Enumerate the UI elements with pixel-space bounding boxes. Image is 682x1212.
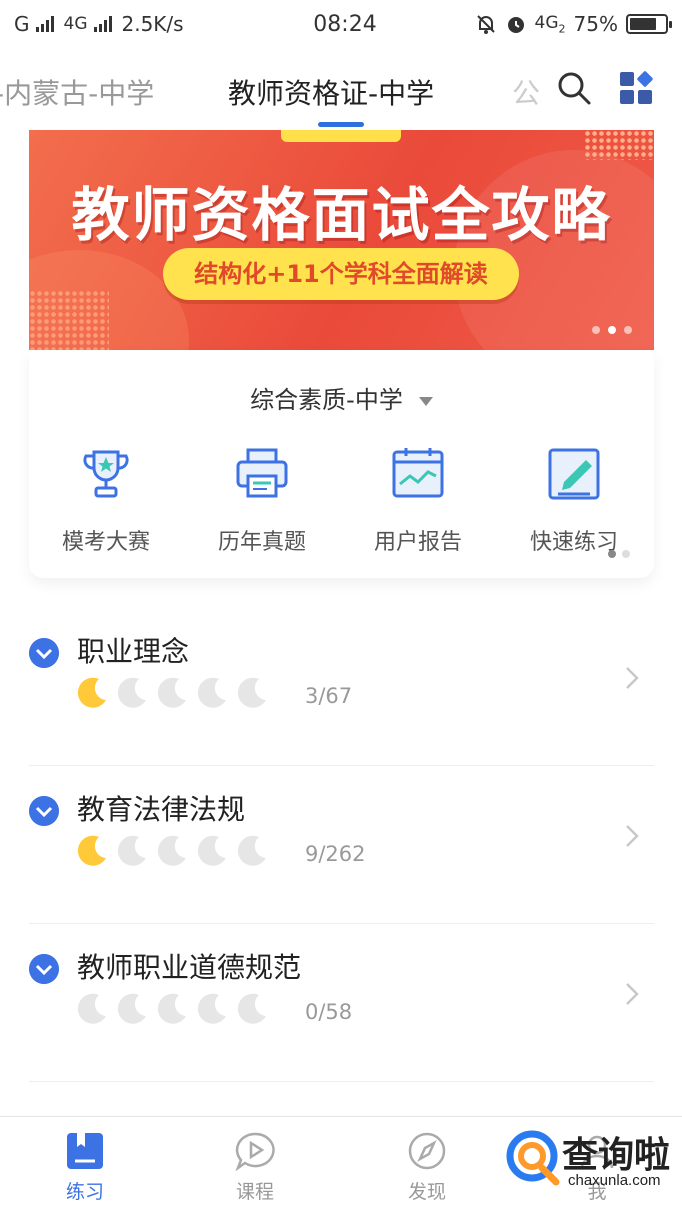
tool-label: 模考大赛 (61, 530, 150, 555)
subject-selector[interactable]: 综合素质-中学 (29, 380, 654, 415)
nav-label: 练习 (65, 1181, 104, 1203)
banner-subtitle: 结构化+11个学科全面解读 (163, 248, 519, 300)
edit-icon (548, 448, 600, 500)
moon-empty-icon (117, 835, 146, 866)
mastery-moons (75, 676, 269, 710)
play-chat-icon (235, 1132, 275, 1171)
tool-label: 用户报告 (373, 530, 462, 555)
check-circle-icon (29, 638, 59, 668)
top-nav: -内蒙古-中学 教师资格证-中学 公 (0, 56, 682, 130)
status-left: G 4G 2.5K/s (14, 12, 254, 36)
tool-label: 历年真题 (217, 530, 306, 555)
moon-empty-icon (77, 993, 106, 1024)
chapter-row[interactable]: 教师职业道德规范 0/58 (29, 924, 654, 1082)
clock: 08:24 (313, 11, 377, 37)
category-grid-icon[interactable] (620, 70, 654, 106)
moon-empty-icon (197, 835, 226, 866)
moon-empty-icon (237, 677, 266, 708)
tool-past-papers[interactable]: 历年真题 (187, 446, 337, 556)
chapter-row[interactable]: 教育法律法规 9/262 (29, 766, 654, 924)
moon-empty-icon (157, 677, 186, 708)
watermark: 查询啦 chaxunla.com (506, 1126, 682, 1200)
carrier2: 4G (63, 14, 88, 34)
chapter-title: 教育法律法规 (77, 793, 246, 826)
watermark-text: 查询啦 (562, 1135, 671, 1176)
network-speed: 2.5K/s (121, 12, 184, 36)
watermark-logo-icon (506, 1130, 560, 1186)
check-circle-icon (29, 796, 59, 826)
moon-empty-icon (157, 993, 186, 1024)
moon-empty-icon (117, 993, 146, 1024)
chapter-progress: 3/67 (305, 684, 353, 708)
moon-empty-icon (237, 835, 266, 866)
battery-icon (626, 14, 672, 34)
tab-active[interactable]: 教师资格证-中学 (228, 72, 434, 112)
check-circle-icon (29, 954, 59, 984)
banner-pager (592, 326, 632, 334)
mastery-moons (75, 834, 269, 868)
promo-banner[interactable]: 教师资格面试全攻略 结构化+11个学科全面解读 (29, 130, 654, 350)
tab-next[interactable]: 公 (512, 72, 540, 112)
practice-card: 综合素质-中学 模考大赛 历年真题 用户报告 快速练习 (29, 350, 654, 578)
moon-empty-icon (197, 993, 226, 1024)
book-icon (67, 1133, 103, 1169)
status-right: 4G2 75% (428, 12, 672, 36)
moon-filled-icon (77, 835, 106, 866)
chapter-progress: 9/262 (305, 842, 366, 866)
chart-icon (392, 448, 444, 498)
battery-percent: 75% (573, 12, 618, 36)
tab-indicator (318, 122, 364, 127)
watermark-url: chaxunla.com (568, 1172, 661, 1189)
nav-practice[interactable]: 练习 (30, 1131, 140, 1204)
nav-course[interactable]: 课程 (200, 1131, 310, 1204)
moon-empty-icon (197, 677, 226, 708)
chapter-title: 职业理念 (77, 635, 190, 668)
printer-icon (236, 448, 288, 498)
network-type: 4G2 (534, 12, 566, 36)
moon-empty-icon (157, 835, 186, 866)
compass-icon (408, 1132, 446, 1170)
tool-quick-practice[interactable]: 快速练习 (499, 446, 649, 556)
trophy-icon (83, 450, 129, 498)
dropdown-icon (418, 396, 433, 406)
chevron-right-icon (626, 667, 639, 689)
chapter-title: 教师职业道德规范 (77, 951, 302, 984)
nav-discover[interactable]: 发现 (372, 1131, 482, 1204)
alarm-icon (507, 17, 524, 33)
signal-icon (35, 16, 54, 32)
mute-bell-icon (476, 15, 495, 34)
tool-user-report[interactable]: 用户报告 (343, 446, 493, 556)
chevron-right-icon (626, 825, 639, 847)
carrier1: G (14, 12, 30, 36)
mastery-moons (75, 992, 269, 1026)
banner-title: 教师资格面试全攻略 (71, 181, 612, 249)
tool-mock-exam[interactable]: 模考大赛 (31, 446, 181, 556)
chapter-progress: 0/58 (305, 1000, 353, 1024)
card-pager (608, 550, 630, 558)
chapter-row[interactable]: 职业理念 3/67 (29, 608, 654, 766)
moon-empty-icon (237, 993, 266, 1024)
moon-filled-icon (77, 677, 106, 708)
chevron-right-icon (626, 983, 639, 1005)
moon-empty-icon (117, 677, 146, 708)
tab-prev[interactable]: -内蒙古-中学 (0, 72, 154, 112)
search-icon[interactable] (556, 70, 592, 106)
nav-label: 发现 (407, 1181, 446, 1203)
status-bar: G 4G 2.5K/s 08:24 4G2 75% (0, 0, 682, 48)
nav-label: 课程 (235, 1181, 274, 1203)
signal-icon (93, 16, 112, 32)
